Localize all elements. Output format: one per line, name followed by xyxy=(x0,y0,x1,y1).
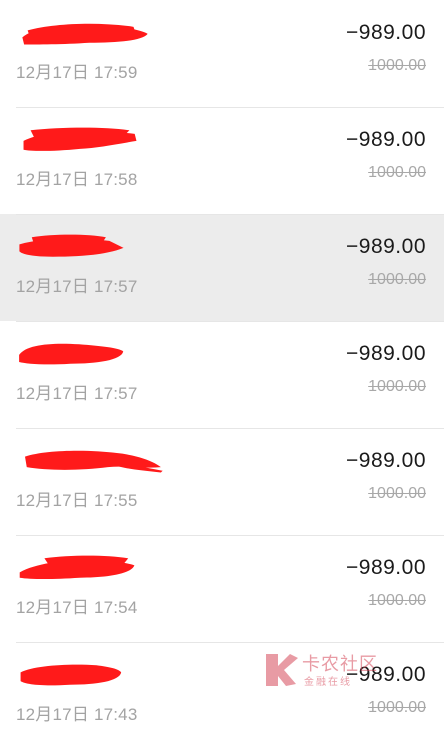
original-amount: 1000.00 xyxy=(368,378,426,395)
transaction-row[interactable]: 12月17日 17:59 −989.00 1000.00 xyxy=(0,0,444,107)
redacted-name xyxy=(23,127,137,151)
transaction-row[interactable]: 12月17日 17:54 −989.00 1000.00 xyxy=(0,535,444,642)
transaction-time: 12月17日 17:57 xyxy=(16,277,138,296)
transaction-row[interactable]: 12月17日 17:58 −989.00 1000.00 xyxy=(0,107,444,214)
transaction-row[interactable]: 12月17日 17:57 −989.00 1000.00 xyxy=(0,321,444,428)
transaction-list: 12月17日 17:59 −989.00 1000.00 12月17日 17:5… xyxy=(0,0,444,749)
transaction-time: 12月17日 17:57 xyxy=(16,384,138,403)
redacted-name xyxy=(22,23,148,45)
redacted-name xyxy=(19,234,124,257)
original-amount: 1000.00 xyxy=(368,699,426,716)
redacted-name xyxy=(20,664,122,686)
original-amount: 1000.00 xyxy=(368,57,426,74)
watermark: 卡农社区 金融在线 xyxy=(262,648,392,690)
watermark-subtitle: 金融在线 xyxy=(304,677,352,688)
transaction-row[interactable]: 12月17日 17:55 −989.00 1000.00 xyxy=(0,428,444,535)
transaction-time: 12月17日 17:55 xyxy=(16,491,138,510)
transaction-amount: −989.00 xyxy=(346,128,426,151)
original-amount: 1000.00 xyxy=(368,271,426,288)
redacted-name xyxy=(19,343,124,365)
redacted-name xyxy=(19,555,135,580)
transaction-time: 12月17日 17:58 xyxy=(16,170,138,189)
transaction-amount: −989.00 xyxy=(346,21,426,44)
original-amount: 1000.00 xyxy=(368,485,426,502)
transaction-time: 12月17日 17:59 xyxy=(16,63,138,82)
original-amount: 1000.00 xyxy=(368,164,426,181)
original-amount: 1000.00 xyxy=(368,592,426,609)
transaction-time: 12月17日 17:54 xyxy=(16,598,138,617)
transaction-amount: −989.00 xyxy=(346,449,426,472)
transaction-row[interactable]: 12月17日 17:57 −989.00 1000.00 xyxy=(0,214,444,321)
transaction-amount: −989.00 xyxy=(346,235,426,258)
transaction-time: 12月17日 17:43 xyxy=(16,705,138,724)
transaction-amount: −989.00 xyxy=(346,342,426,365)
watermark-logo-icon xyxy=(266,654,298,686)
redacted-name xyxy=(25,450,163,473)
transaction-amount: −989.00 xyxy=(346,556,426,579)
